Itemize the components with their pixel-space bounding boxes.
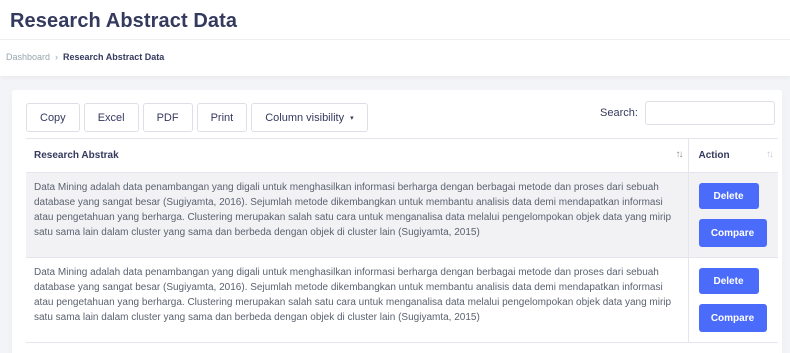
table-row: Data Mining adalah data penambangan yang… <box>26 257 778 343</box>
search-box: Search: <box>600 101 775 125</box>
abstract-table: Research Abstrak ↑↓ Action ↑↓ Data Minin… <box>26 138 778 343</box>
search-label: Search: <box>600 107 638 119</box>
pdf-button[interactable]: PDF <box>142 103 193 132</box>
sort-icon: ↑↓ <box>766 149 774 160</box>
column-header-action[interactable]: Action ↑↓ <box>688 138 778 173</box>
table-header-row: Research Abstrak ↑↓ Action ↑↓ <box>26 138 778 173</box>
excel-button[interactable]: Excel <box>83 103 139 132</box>
caret-down-icon: ▾ <box>350 114 354 122</box>
compare-button[interactable]: Compare <box>698 219 767 247</box>
export-button-group: Copy Excel PDF Print Column visibility ▾ <box>26 103 372 132</box>
sort-icon: ↑↓ <box>675 149 684 160</box>
delete-button[interactable]: Delete <box>698 183 759 209</box>
column-visibility-button[interactable]: Column visibility ▾ <box>251 103 368 132</box>
table-row: Data Mining adalah data penambangan yang… <box>26 172 778 258</box>
search-input[interactable] <box>644 101 775 125</box>
abstract-cell: Data Mining adalah data penambangan yang… <box>26 257 689 343</box>
action-cell: Delete Compare <box>688 172 778 258</box>
delete-button[interactable]: Delete <box>698 268 759 294</box>
abstract-cell: Data Mining adalah data penambangan yang… <box>26 172 689 258</box>
copy-button[interactable]: Copy <box>26 103 80 132</box>
page-title: Research Abstract Data <box>10 10 238 32</box>
column-header-label: Research Abstrak <box>34 150 119 161</box>
breadcrumb-separator: › <box>55 52 59 62</box>
column-header-research-abstrak[interactable]: Research Abstrak ↑↓ <box>26 138 689 173</box>
breadcrumb: Dashboard › Research Abstract Data <box>6 52 164 62</box>
compare-button[interactable]: Compare <box>698 304 767 332</box>
breadcrumb-current: Research Abstract Data <box>63 52 165 62</box>
action-cell: Delete Compare <box>688 257 778 343</box>
abstract-table-wrapper: Research Abstrak ↑↓ Action ↑↓ Data Minin… <box>26 138 778 343</box>
column-visibility-label: Column visibility <box>265 111 345 124</box>
column-header-label: Action <box>698 150 730 161</box>
breadcrumb-dashboard-link[interactable]: Dashboard <box>6 52 50 62</box>
print-button[interactable]: Print <box>196 103 248 132</box>
